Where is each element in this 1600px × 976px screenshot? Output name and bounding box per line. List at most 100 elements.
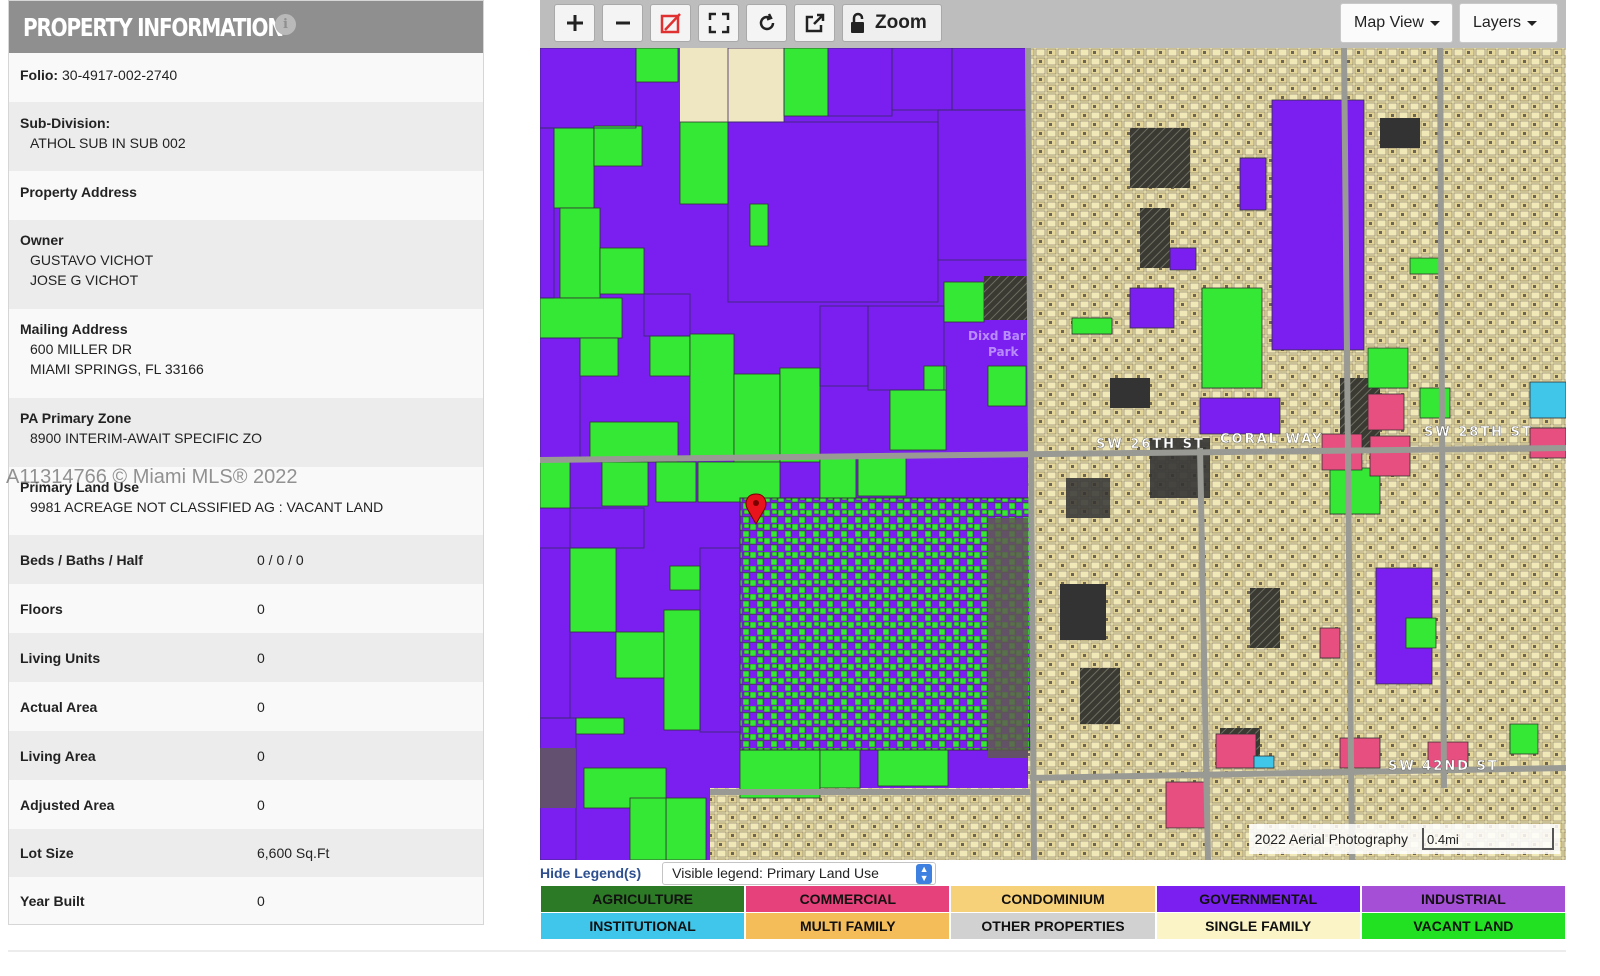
detail-row: Floors 0 bbox=[9, 584, 483, 633]
fullscreen-button[interactable] bbox=[698, 4, 739, 42]
owner-label: Owner bbox=[20, 232, 64, 248]
map-toolbar: Zoom Map View Layers bbox=[540, 0, 1566, 48]
aerial-photo-text: 2022 Aerial Photography bbox=[1254, 831, 1408, 847]
property-address-label: Property Address bbox=[20, 184, 137, 200]
detail-row: Living Area 0 bbox=[9, 731, 483, 780]
folio-value: 30-4917-002-2740 bbox=[62, 67, 178, 83]
property-address-row: Property Address bbox=[9, 171, 483, 220]
detail-label: Floors bbox=[20, 600, 63, 617]
visible-legend-select[interactable]: Visible legend: Primary Land Use ▲ ▼ bbox=[662, 861, 937, 885]
zoom-label: Zoom bbox=[875, 12, 927, 33]
caret-down-icon bbox=[1527, 20, 1538, 26]
detail-label: Living Units bbox=[20, 649, 101, 666]
subdivision-row: Sub-Division: ATHOL SUB IN SUB 002 bbox=[9, 102, 483, 171]
property-info-panel: PROPERTY INFORMATION i Folio: 30-4917-00… bbox=[8, 0, 484, 925]
refresh-icon bbox=[759, 13, 774, 31]
detail-value: 0 bbox=[257, 600, 265, 617]
zoom-in-button[interactable] bbox=[554, 4, 595, 42]
share-button[interactable] bbox=[794, 4, 835, 42]
street-label: SW 42ND ST bbox=[1388, 759, 1499, 774]
mailing-line-1: 600 MILLER DR bbox=[30, 341, 132, 357]
primary-zone-label: PA Primary Zone bbox=[20, 410, 132, 426]
detail-label: Year Built bbox=[20, 892, 85, 909]
detail-value: 0 bbox=[257, 892, 265, 909]
primary-zone-row: PA Primary Zone 8900 INTERIM-AWAIT SPECI… bbox=[9, 398, 483, 467]
visible-legend-value: Visible legend: Primary Land Use bbox=[672, 865, 879, 881]
owner-row: Owner GUSTAVO VICHOT JOSE G VICHOT bbox=[9, 220, 483, 309]
street-label: SW 28TH ST bbox=[1424, 425, 1533, 440]
detail-row: Actual Area 0 bbox=[9, 682, 483, 731]
land-use-legend: AGRICULTURE COMMERCIAL CONDOMINIUM GOVER… bbox=[541, 886, 1565, 940]
legend-vacant-land: VACANT LAND bbox=[1361, 913, 1565, 939]
detail-row: Beds / Baths / Half 0 / 0 / 0 bbox=[9, 535, 483, 584]
detail-value: 6,600 Sq.Ft bbox=[257, 845, 330, 861]
zoom-in-icon bbox=[566, 15, 583, 31]
map-canvas[interactable]: Dixd Bar Park SW 26TH ST CORAL WAY SW 42… bbox=[540, 48, 1566, 860]
map-view-label: Map View bbox=[1354, 14, 1424, 31]
primary-zone-value: 8900 INTERIM-AWAIT SPECIFIC ZO bbox=[30, 430, 263, 446]
mls-watermark: A11314766 © Miami MLS® 2022 bbox=[6, 466, 298, 488]
panel-header: PROPERTY INFORMATION bbox=[9, 1, 483, 53]
detail-label: Lot Size bbox=[20, 845, 74, 861]
detail-value: 0 bbox=[257, 649, 265, 666]
scale-label: 0.4mi bbox=[1427, 832, 1459, 847]
hide-legend-link[interactable]: Hide Legend(s) bbox=[540, 865, 641, 881]
mailing-line-2: MIAMI SPRINGS, FL 33166 bbox=[30, 361, 204, 377]
detail-row: Adjusted Area 0 bbox=[9, 780, 483, 829]
subdivision-value: ATHOL SUB IN SUB 002 bbox=[30, 135, 186, 151]
land-use-map[interactable]: Dixd Bar Park SW 26TH ST CORAL WAY SW 42… bbox=[540, 48, 1566, 860]
refresh-button[interactable] bbox=[746, 4, 787, 42]
detail-value: 0 bbox=[257, 796, 265, 813]
street-label: CORAL WAY bbox=[1220, 432, 1323, 447]
clear-drawing-button[interactable] bbox=[650, 4, 691, 42]
map-view-dropdown[interactable]: Map View bbox=[1340, 3, 1453, 43]
divider bbox=[8, 950, 1566, 952]
legend-institutional: INSTITUTIONAL bbox=[541, 913, 745, 939]
detail-value: 0 / 0 / 0 bbox=[257, 551, 304, 568]
folio-label: Folio: bbox=[20, 67, 59, 83]
panel-title: PROPERTY INFORMATION bbox=[23, 12, 284, 42]
svg-text:Park: Park bbox=[988, 345, 1019, 359]
info-icon[interactable]: i bbox=[275, 14, 296, 35]
zoom-out-button[interactable] bbox=[602, 4, 643, 42]
detail-label: Adjusted Area bbox=[20, 796, 115, 813]
detail-value: 0 bbox=[257, 747, 265, 764]
fullscreen-icon bbox=[708, 12, 729, 34]
legend-agriculture: AGRICULTURE bbox=[541, 886, 745, 912]
legend-governmental: GOVERNMENTAL bbox=[1156, 886, 1360, 912]
legend-controls: Hide Legend(s) Visible legend: Primary L… bbox=[540, 860, 1566, 886]
legend-multi-family: MULTI FAMILY bbox=[746, 913, 950, 939]
layers-label: Layers bbox=[1473, 14, 1522, 31]
svg-text:Dixd Bar: Dixd Bar bbox=[968, 329, 1026, 343]
mailing-address-row: Mailing Address 600 MILLER DR MIAMI SPRI… bbox=[9, 309, 483, 398]
zoom-lock-button[interactable]: Zoom bbox=[842, 4, 942, 42]
share-icon bbox=[805, 13, 824, 33]
legend-other-properties: OTHER PROPERTIES bbox=[951, 913, 1155, 939]
detail-label: Living Area bbox=[20, 747, 96, 764]
owner-name-2: JOSE G VICHOT bbox=[30, 272, 139, 288]
mailing-address-label: Mailing Address bbox=[20, 321, 128, 337]
detail-row: Lot Size 6,600 Sq.Ft bbox=[9, 829, 483, 877]
street-label: SW 26TH ST bbox=[1096, 437, 1205, 452]
legend-commercial: COMMERCIAL bbox=[746, 886, 950, 912]
subdivision-label: Sub-Division: bbox=[20, 115, 111, 131]
legend-condominium: CONDOMINIUM bbox=[951, 886, 1155, 912]
folio-row: Folio: 30-4917-002-2740 bbox=[9, 53, 483, 102]
detail-row: Living Units 0 bbox=[9, 633, 483, 682]
owner-name-1: GUSTAVO VICHOT bbox=[30, 252, 154, 268]
land-use-value: 9981 ACREAGE NOT CLASSIFIED AG : VACANT … bbox=[30, 499, 384, 515]
layers-dropdown[interactable]: Layers bbox=[1459, 3, 1558, 43]
detail-value: 0 bbox=[257, 698, 265, 715]
unlock-icon bbox=[851, 12, 864, 33]
updown-arrow-icon: ▲ ▼ bbox=[916, 863, 933, 884]
zoom-out-icon bbox=[615, 21, 630, 25]
aerial-photo-label: 2022 Aerial Photography 0.4mi bbox=[1248, 824, 1560, 854]
detail-label: Actual Area bbox=[20, 698, 98, 715]
clear-drawing-icon bbox=[660, 13, 681, 34]
legend-single-family: SINGLE FAMILY bbox=[1156, 913, 1360, 939]
caret-down-icon bbox=[1429, 20, 1440, 26]
legend-industrial: INDUSTRIAL bbox=[1361, 886, 1565, 912]
detail-label: Beds / Baths / Half bbox=[20, 551, 143, 568]
scale-bar: 0.4mi bbox=[1422, 828, 1554, 850]
detail-row: Year Built 0 bbox=[9, 877, 483, 924]
